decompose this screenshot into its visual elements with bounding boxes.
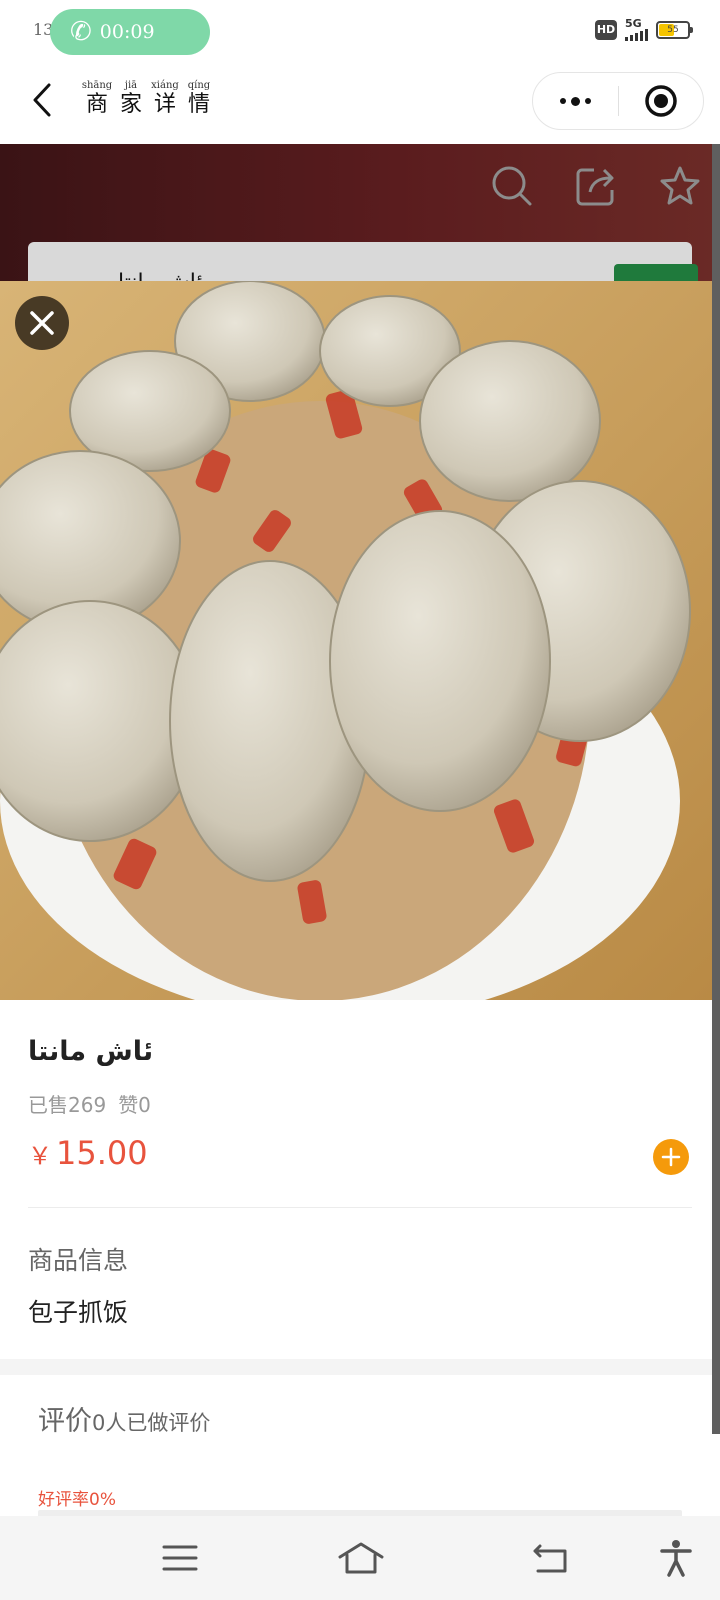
plus-icon xyxy=(661,1147,681,1167)
price-value: 15.00 xyxy=(56,1134,148,1172)
ongoing-call-pill[interactable]: ✆ 00:09 xyxy=(50,9,210,55)
battery-percent: 55 xyxy=(667,24,679,35)
add-to-cart-button[interactable] xyxy=(653,1139,689,1175)
product-info-title: 商品信息 xyxy=(28,1246,129,1275)
product-detail-page: 13:38 ✆ 00:09 HD 5G 55 shāng商 jiā家 xyxy=(0,0,720,1600)
back-arrow-icon xyxy=(533,1544,567,1573)
hd-voice-icon: HD xyxy=(595,19,617,40)
product-name: ئاش مانتا xyxy=(28,1036,154,1067)
system-menu-button[interactable] xyxy=(158,1538,202,1578)
call-duration: 00:09 xyxy=(99,21,155,43)
reviews-title: 评价 xyxy=(38,1406,92,1437)
product-description: 包子抓饭 xyxy=(28,1298,129,1327)
accessibility-icon xyxy=(660,1540,692,1577)
search-icon[interactable] xyxy=(490,164,534,208)
shop-actions xyxy=(490,164,702,208)
home-icon xyxy=(338,1542,384,1574)
title-char: qíng 情 xyxy=(187,80,211,117)
back-button[interactable] xyxy=(22,78,62,122)
product-price: ￥ 15.00 xyxy=(28,1134,148,1172)
nav-bar: shāng 商 jiā 家 xiáng 详 qíng 情 xyxy=(0,60,720,144)
status-indicators: HD 5G 55 xyxy=(595,18,693,41)
product-modal: ئاش مانتا 已售269 赞0 ￥ 15.00 商品信息 包子抓饭 评价 … xyxy=(0,281,712,1519)
miniapp-close-button[interactable] xyxy=(619,73,703,129)
price-currency: ￥ xyxy=(28,1142,52,1170)
system-back-button[interactable] xyxy=(528,1538,572,1578)
target-circle-icon xyxy=(645,85,677,117)
signal-icon xyxy=(625,29,648,41)
product-stats: 已售269 赞0 xyxy=(28,1089,151,1118)
accessibility-button[interactable] xyxy=(654,1538,698,1578)
title-char: shāng 商 xyxy=(81,80,113,117)
product-image xyxy=(0,281,712,1000)
good-rate-label: 好评率0% xyxy=(38,1490,116,1510)
battery-icon: 55 xyxy=(656,20,693,39)
close-button[interactable] xyxy=(15,296,69,350)
like-count: 赞0 xyxy=(118,1093,151,1117)
system-home-button[interactable] xyxy=(336,1538,386,1578)
status-bar: 13:38 ✆ 00:09 HD 5G 55 xyxy=(0,0,720,60)
star-icon[interactable] xyxy=(658,164,702,208)
reviews-count: 0人已做评价 xyxy=(92,1411,211,1435)
page-title: shāng 商 jiā 家 xiáng 详 qíng 情 xyxy=(81,80,212,118)
reviews-header: 评价 0人已做评价 xyxy=(38,1399,210,1438)
network-type: 5G xyxy=(625,17,642,30)
phone-icon: ✆ xyxy=(70,17,92,47)
title-char: jiā 家 xyxy=(119,80,142,117)
title-char: xiáng 详 xyxy=(151,80,179,117)
shop-header: ئاش مانتا xyxy=(0,144,720,304)
more-dots-icon xyxy=(560,98,566,104)
system-nav-bar xyxy=(0,1516,720,1600)
section-separator xyxy=(0,1359,712,1375)
network-indicator: 5G xyxy=(625,18,648,41)
share-icon[interactable] xyxy=(574,164,618,208)
menu-icon xyxy=(162,1545,198,1571)
close-icon xyxy=(30,311,54,335)
sold-count: 已售269 xyxy=(28,1093,107,1117)
scrollbar[interactable] xyxy=(712,144,720,1434)
chevron-left-icon xyxy=(33,83,51,117)
miniapp-capsule xyxy=(532,72,704,130)
more-button[interactable] xyxy=(533,73,618,129)
section-divider xyxy=(28,1207,692,1208)
